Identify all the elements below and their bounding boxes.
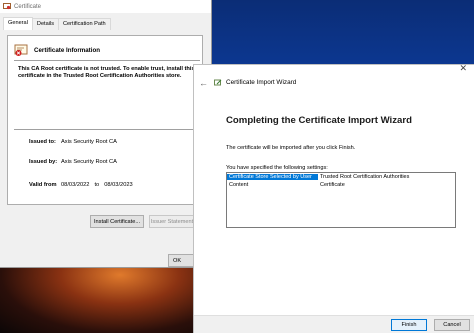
- tab-general[interactable]: General: [3, 17, 33, 30]
- valid-from-label: Valid from: [29, 182, 57, 188]
- certificate-icon: [3, 3, 11, 10]
- certificate-import-wizard: ← Certificate Import Wizard ✕ Completing…: [193, 63, 474, 333]
- settings-label: You have specified the following setting…: [226, 165, 328, 171]
- list-item[interactable]: Content Certificate: [227, 181, 455, 189]
- general-panel: Certificate Information This CA Root cer…: [7, 35, 203, 205]
- tab-details[interactable]: Details: [31, 18, 60, 30]
- certificate-tabs: General Details Certification Path: [0, 13, 211, 30]
- wizard-heading: Completing the Certificate Import Wizard: [226, 115, 412, 126]
- cancel-button[interactable]: Cancel: [434, 319, 470, 331]
- wizard-note: The certificate will be imported after y…: [226, 145, 356, 151]
- untrusted-certificate-icon: [14, 44, 28, 56]
- back-arrow-icon[interactable]: ←: [199, 78, 208, 88]
- trust-warning: This CA Root certificate is not trusted.…: [18, 66, 195, 80]
- divider: [14, 60, 200, 61]
- divider: [14, 129, 200, 130]
- issued-by-row: Issued by: Axis Security Root CA: [29, 159, 117, 165]
- issuer-statement-button[interactable]: Issuer Statement: [149, 215, 195, 228]
- wizard-title: Certificate Import Wizard: [226, 79, 297, 86]
- wizard-header: ← Certificate Import Wizard ✕: [194, 63, 474, 100]
- issued-to-label: Issued to:: [29, 139, 56, 145]
- close-icon[interactable]: ✕: [459, 63, 467, 74]
- wizard-certificate-icon: [214, 79, 222, 85]
- valid-to-word: to: [94, 182, 100, 188]
- settings-list[interactable]: Certificate Store Selected by User Trust…: [226, 172, 456, 228]
- issued-by-value: Axis Security Root CA: [61, 159, 117, 165]
- issued-to-row: Issued to: Axis Security Root CA: [29, 139, 117, 145]
- wizard-footer: Finish Cancel: [194, 315, 474, 333]
- list-item[interactable]: Certificate Store Selected by User Trust…: [227, 173, 455, 181]
- validity-row: Valid from 08/03/2022 to 08/03/2023: [29, 182, 133, 188]
- issued-to-value: Axis Security Root CA: [61, 139, 117, 145]
- window-title: Certificate: [14, 3, 42, 10]
- install-certificate-button[interactable]: Install Certificate...: [90, 215, 144, 228]
- setting-key: Certificate Store Selected by User: [227, 174, 318, 180]
- issued-by-label: Issued by:: [29, 159, 58, 165]
- info-title: Certificate Information: [34, 46, 101, 54]
- desktop-background: [193, 0, 474, 64]
- finish-button[interactable]: Finish: [391, 319, 427, 331]
- valid-to-value: 08/03/2023: [104, 182, 133, 188]
- certificate-titlebar: Certificate: [0, 0, 211, 13]
- setting-value: Trusted Root Certification Authorities: [320, 174, 410, 180]
- certificate-window: Certificate General Details Certificatio…: [0, 0, 212, 268]
- valid-from-value: 08/03/2022: [61, 182, 90, 188]
- setting-value: Certificate: [320, 182, 345, 188]
- info-header: Certificate Information: [14, 43, 100, 57]
- tab-certification-path[interactable]: Certification Path: [58, 18, 111, 30]
- setting-key: Content: [229, 182, 249, 188]
